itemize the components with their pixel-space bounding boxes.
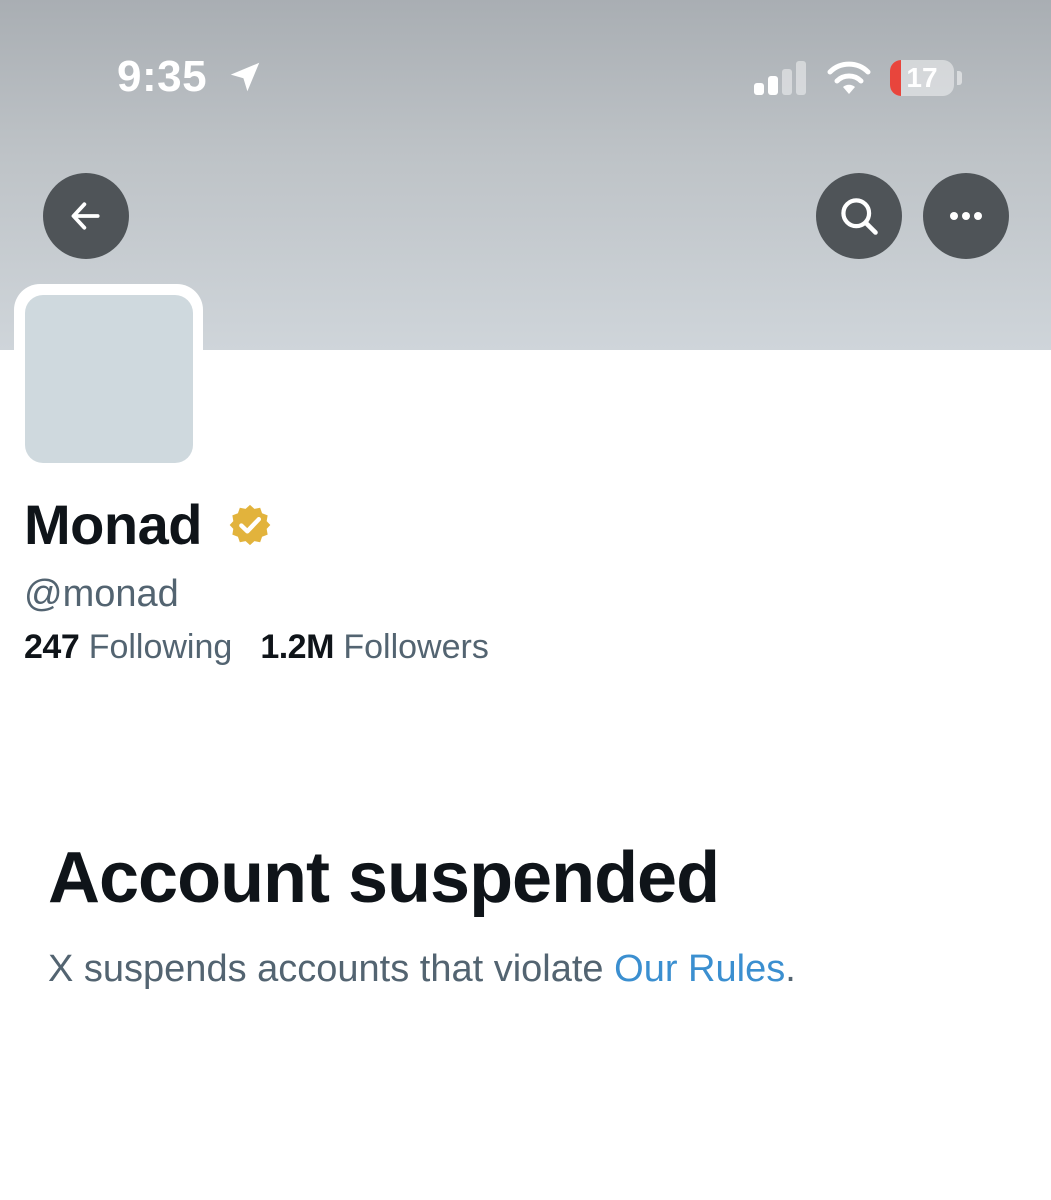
status-time: 9:35 [117, 52, 208, 101]
search-button[interactable] [816, 173, 902, 259]
suspension-message: X suspends accounts that violate Our Rul… [48, 946, 796, 992]
back-arrow-icon [71, 202, 100, 230]
more-options-icon [950, 212, 982, 220]
followers-link[interactable]: 1.2M Followers [260, 628, 489, 666]
gold-verified-icon[interactable] [227, 502, 273, 548]
suspension-title: Account suspended [48, 838, 720, 918]
battery-icon: 17 [890, 60, 954, 96]
wifi-icon [827, 61, 871, 94]
battery-level-label: 17 [906, 62, 938, 93]
back-button[interactable] [43, 173, 129, 259]
followers-count: 1.2M [260, 628, 334, 666]
following-link[interactable]: 247 Following [24, 628, 232, 666]
suspension-message-text: X suspends accounts that violate [48, 948, 604, 990]
more-options-button[interactable] [923, 173, 1009, 259]
profile-stats: 247 Following 1.2M Followers [24, 626, 489, 668]
battery-cap [957, 71, 962, 85]
following-label: Following [88, 628, 233, 666]
avatar [25, 295, 193, 463]
suspension-message-end: . [785, 948, 796, 990]
following-count: 247 [24, 628, 80, 666]
profile-display-name: Monad [24, 493, 202, 556]
our-rules-link[interactable]: Our Rules [614, 948, 785, 990]
search-icon [841, 198, 878, 235]
avatar-frame[interactable] [14, 284, 203, 472]
followers-label: Followers [343, 628, 489, 666]
cellular-signal-icon [754, 61, 806, 95]
location-arrow-icon [230, 62, 260, 92]
profile-handle: @monad [24, 573, 179, 615]
